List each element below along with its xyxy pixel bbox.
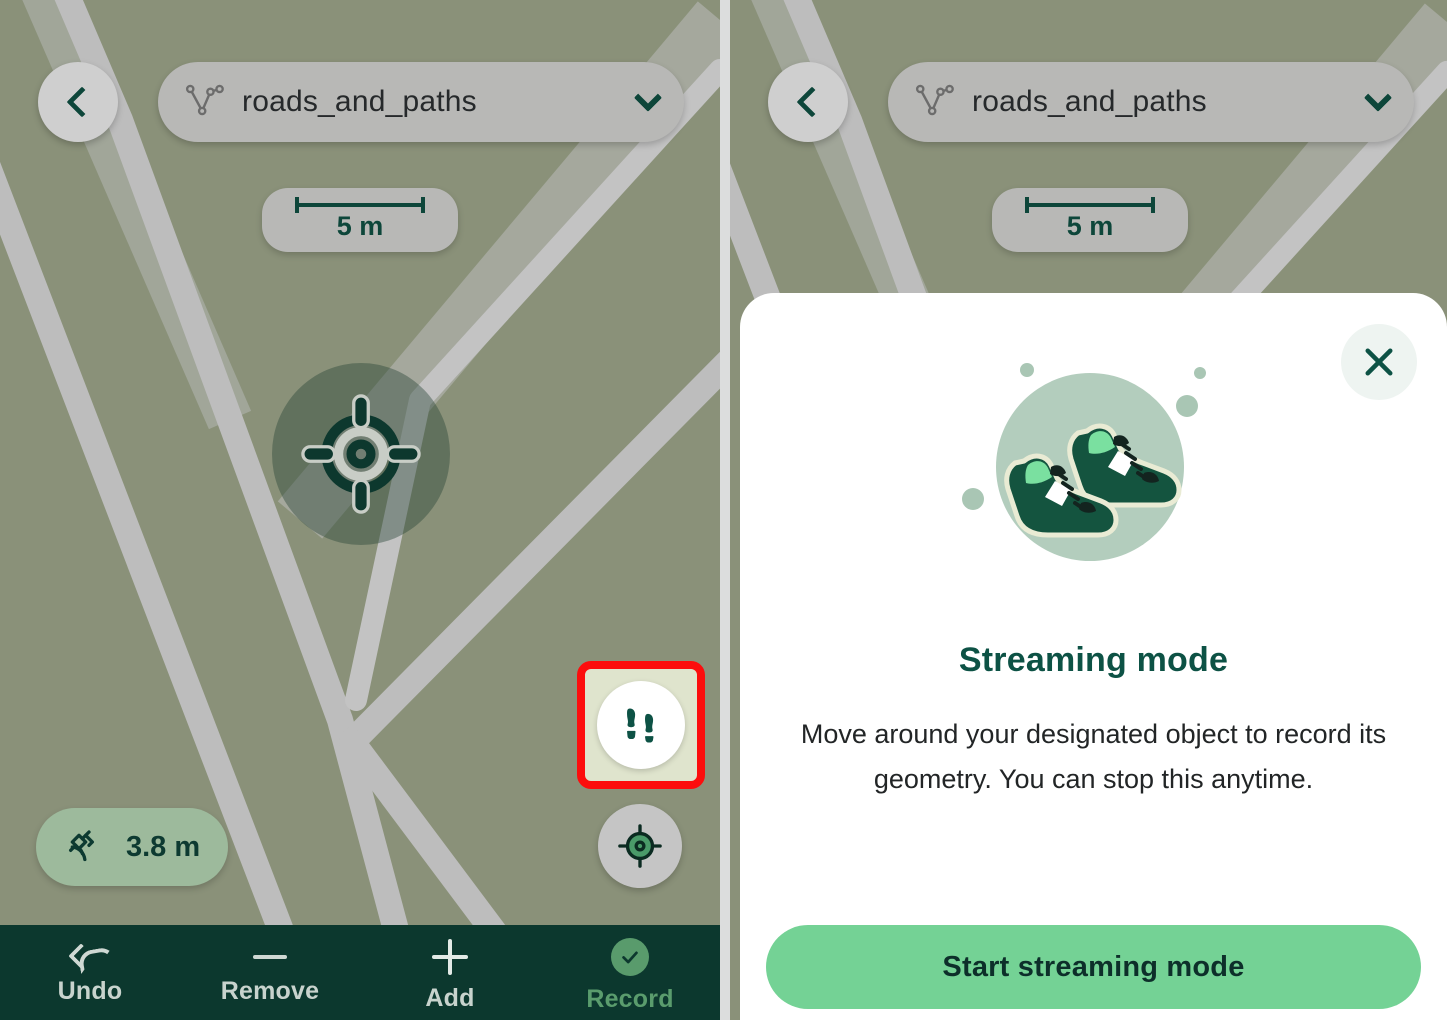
back-button-right[interactable] <box>768 62 848 142</box>
sneakers-icon <box>1003 423 1181 538</box>
chevron-left-icon <box>65 86 98 118</box>
center-position-marker <box>272 363 450 545</box>
decor-dot-1 <box>1019 363 1034 377</box>
layer-selector-right[interactable]: roads_and_paths <box>888 62 1414 142</box>
scale-bar-line <box>295 196 425 213</box>
minus-icon <box>253 954 287 959</box>
check-circle-icon <box>611 937 649 976</box>
toolbar-item-record[interactable]: Record <box>540 925 720 1020</box>
toolbar-label-record: Record <box>586 984 674 1013</box>
polyline-icon <box>182 78 226 127</box>
map-editor-screen: 3.8 m roads_and_paths 5 m Undo Remove Ad… <box>0 0 720 1020</box>
footprints-icon <box>627 708 654 743</box>
layer-selector-label-right: roads_and_paths <box>972 85 1207 118</box>
toolbar-label-add: Add <box>425 983 475 1012</box>
bottom-toolbar: Undo Remove Add Record <box>0 925 720 1020</box>
plus-icon <box>432 938 468 975</box>
map-scale-bar: 5 m <box>262 188 458 252</box>
start-streaming-mode-button[interactable]: Start streaming mode <box>766 925 1421 1009</box>
chevron-down-icon[interactable] <box>1363 83 1393 112</box>
gps-accuracy-pill[interactable]: 3.8 m <box>36 808 229 886</box>
scale-bar-label-right: 5 m <box>1066 210 1114 241</box>
dialog-title: Streaming mode <box>958 641 1229 679</box>
scale-bar-label: 5 m <box>336 210 384 241</box>
decor-dot-4 <box>961 488 984 510</box>
layer-selector[interactable]: roads_and_paths <box>158 62 684 142</box>
dialog-close-button[interactable] <box>1341 324 1417 400</box>
crosshair-target-icon <box>301 394 421 514</box>
toolbar-item-remove[interactable]: Remove <box>180 925 360 1020</box>
toolbar-item-add[interactable]: Add <box>360 925 540 1020</box>
scale-bar-line <box>1025 196 1155 213</box>
map-scale-bar-right: 5 m <box>992 188 1188 252</box>
decor-dot-2 <box>1193 367 1206 379</box>
locate-me-button[interactable] <box>598 804 682 888</box>
locate-target-icon <box>618 824 662 868</box>
layer-selector-label: roads_and_paths <box>242 85 477 118</box>
streaming-mode-dialog: Streaming mode Move around your designat… <box>740 293 1447 1020</box>
screenshot-stage: 3.8 m roads_and_paths 5 m Undo Remove Ad… <box>0 0 1447 1020</box>
dialog-body-text: Move around your designated object to re… <box>800 719 1387 794</box>
polyline-icon <box>912 78 956 127</box>
close-x-icon <box>1365 348 1393 376</box>
toolbar-item-undo[interactable]: Undo <box>0 925 180 1020</box>
dialog-hero-illustration <box>934 363 1254 593</box>
gps-accuracy-value: 3.8 m <box>126 830 201 863</box>
toolbar-label-remove: Remove <box>220 976 320 1005</box>
satellite-icon <box>69 830 95 862</box>
streaming-mode-dialog-screen: roads_and_paths 5 m Streaming mode Move … <box>730 0 1447 1020</box>
undo-arrow-icon <box>72 946 108 968</box>
map-canvas[interactable]: 3.8 m <box>0 0 720 1020</box>
chevron-down-icon[interactable] <box>633 83 663 112</box>
streaming-mode-toggle-button[interactable] <box>597 681 685 769</box>
toolbar-label-undo: Undo <box>57 976 123 1005</box>
panel-divider <box>720 0 730 1020</box>
back-button[interactable] <box>38 62 118 142</box>
chevron-left-icon <box>795 86 828 118</box>
streaming-mode-highlight <box>577 661 705 789</box>
